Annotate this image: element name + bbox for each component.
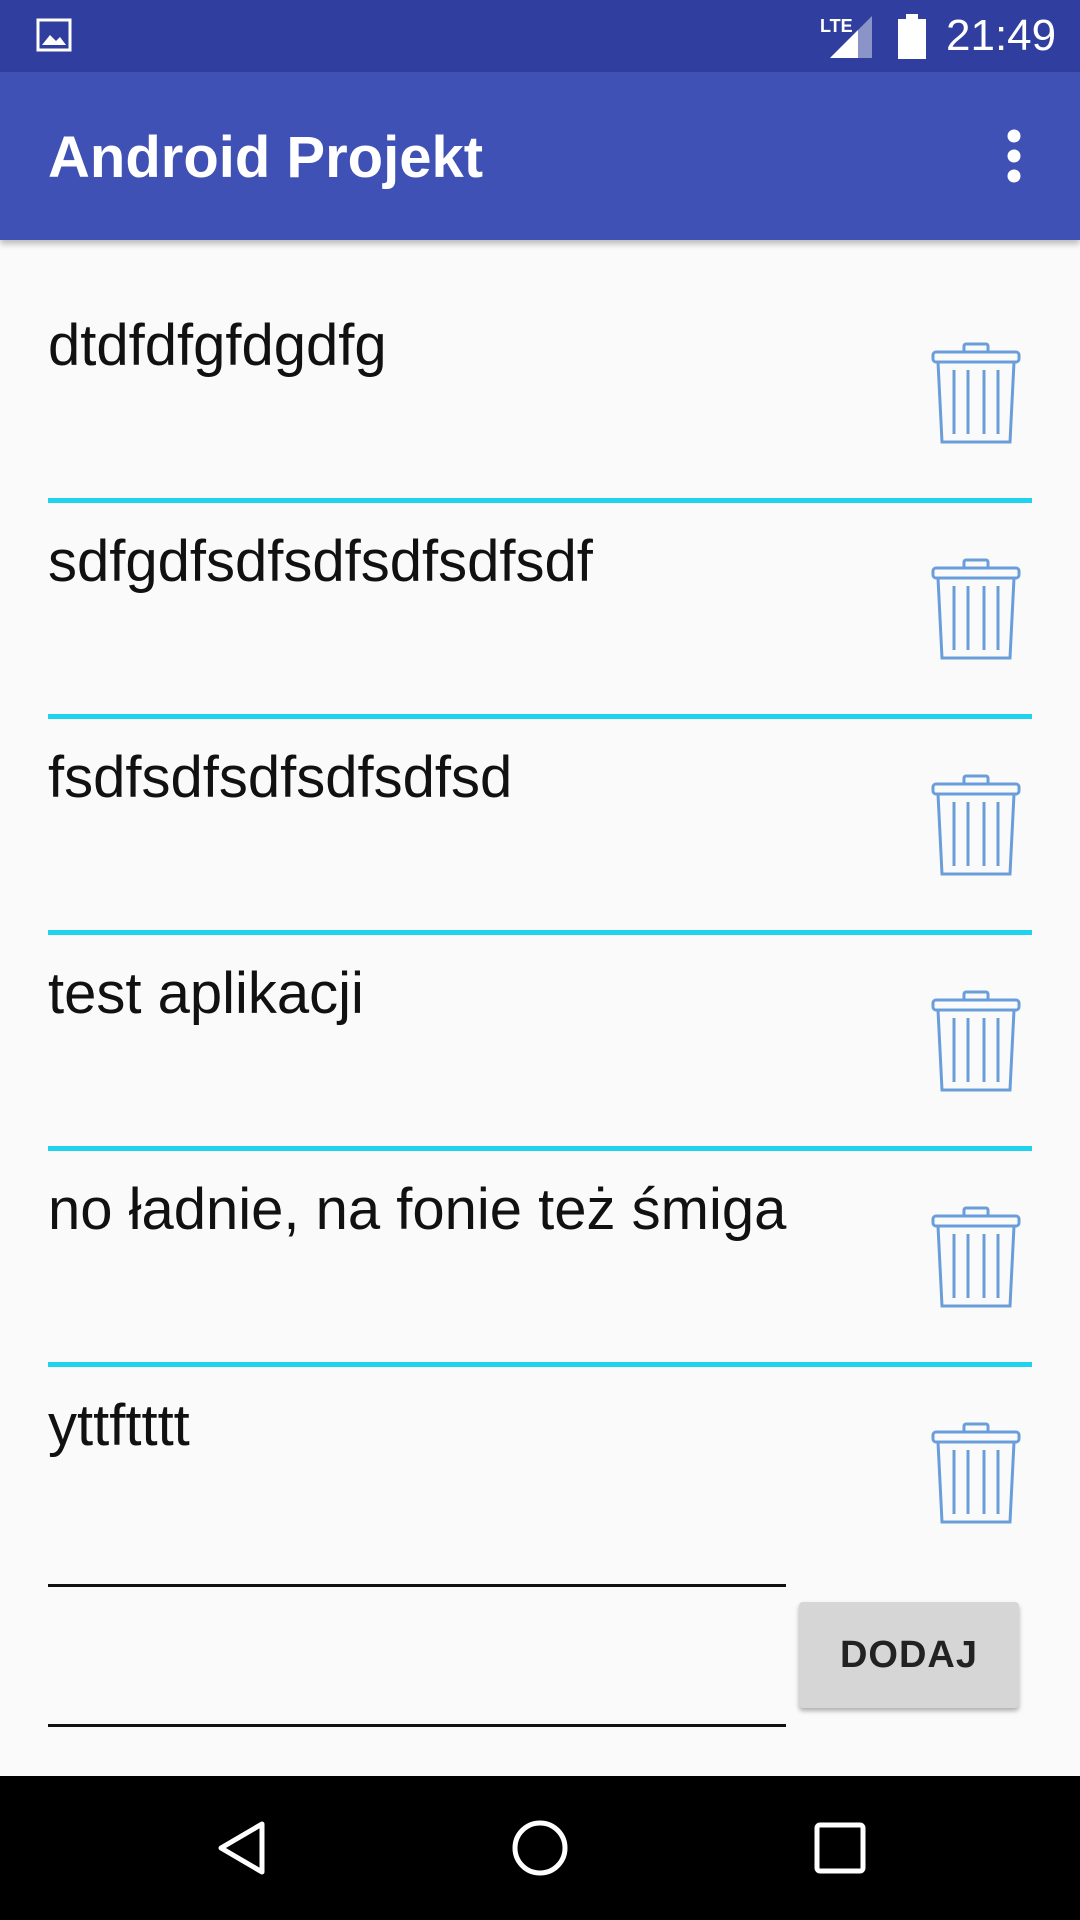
app-title: Android Projekt [48,125,484,190]
trash-icon[interactable] [930,1422,1022,1531]
home-icon[interactable] [510,1818,570,1883]
lte-label: LTE [820,16,853,36]
list-item: dtdfdfgfdgdfg [0,240,1080,503]
list-item: test aplikacji [0,888,1080,1151]
gallery-icon [36,18,72,57]
item-underline [48,1584,786,1587]
list-item: yttftttt [0,1320,1080,1536]
status-time: 21:49 [946,11,1057,60]
list-item: sdfgdfsdfsdfsdfsdfsdf [0,456,1080,719]
status-bar: LTE 21:49 [0,0,1080,72]
navigation-bar [0,1776,1080,1920]
list-item: fsdfsdfsdfsdfsdfsd [0,672,1080,935]
trash-icon[interactable] [930,990,1022,1099]
trash-icon[interactable] [930,342,1022,451]
item-text: no ładnie, na fonie też śmiga [48,1177,787,1242]
item-text: fsdfsdfsdfsdfsdfsd [48,745,513,810]
back-icon[interactable] [212,1818,272,1883]
trash-icon[interactable] [930,558,1022,667]
item-text: yttftttt [48,1393,190,1458]
lte-signal-icon: LTE [820,12,876,65]
battery-icon [897,14,927,65]
item-text: sdfgdfsdfsdfsdfsdfsdf [48,529,593,594]
app-bar: Android Projekt [0,72,1080,240]
trash-icon[interactable] [930,774,1022,883]
trash-icon[interactable] [930,1206,1022,1315]
more-vert-icon[interactable] [998,128,1030,189]
item-text: test aplikacji [48,961,364,1026]
recents-icon[interactable] [812,1818,868,1883]
list-item: no ładnie, na fonie też śmiga [0,1104,1080,1367]
item-text: dtdfdfgfdgdfg [48,313,387,378]
add-button[interactable]: DODAJ [799,1602,1019,1708]
new-item-input[interactable] [48,1604,786,1727]
